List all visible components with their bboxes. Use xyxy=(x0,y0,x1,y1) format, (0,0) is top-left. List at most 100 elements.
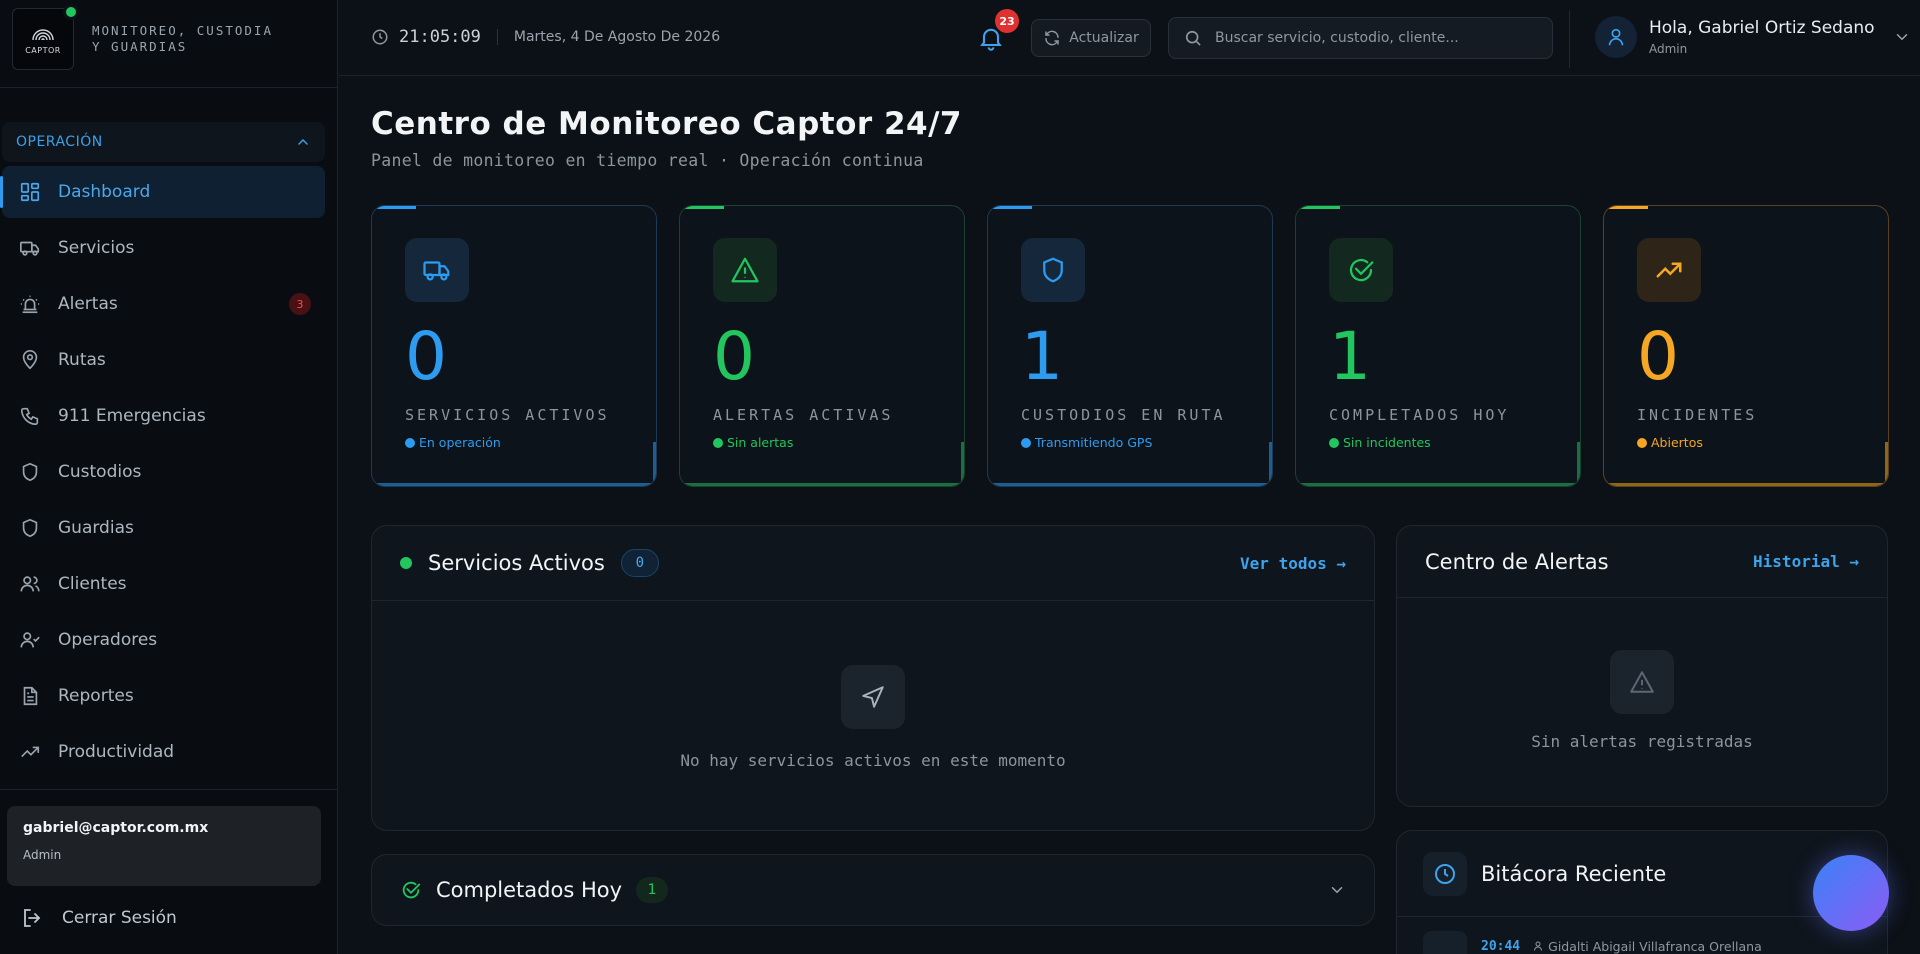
stat-status: En operación xyxy=(405,435,501,450)
live-indicator-dot xyxy=(400,557,412,569)
card-accent xyxy=(680,206,724,209)
alert-triangle-icon xyxy=(1630,671,1654,693)
dashboard-icon xyxy=(18,180,42,204)
stat-label: CUSTODIOS EN RUTA xyxy=(1021,406,1226,424)
stat-label: ALERTAS ACTIVAS xyxy=(713,406,894,424)
panel-header: Servicios Activos 0 Ver todos → xyxy=(372,526,1374,601)
user-icon xyxy=(1608,28,1624,46)
completados-hoy-panel[interactable]: Completados Hoy 1 xyxy=(371,854,1375,926)
empty-state-icon-box xyxy=(841,665,905,729)
account-role: Admin xyxy=(1649,42,1688,56)
clock-divider xyxy=(496,29,498,45)
card-accent xyxy=(680,483,964,486)
sidebar: CAPTOR MONITOREO, CUSTODIA Y GUARDIAS OP… xyxy=(0,0,338,954)
current-date: Martes, 4 De Agosto De 2026 xyxy=(513,29,721,45)
sidebar-divider xyxy=(0,87,337,88)
search-input[interactable] xyxy=(1215,30,1535,46)
card-accent xyxy=(1296,206,1340,209)
logout-button[interactable]: Cerrar Sesión xyxy=(20,906,177,930)
card-accent xyxy=(988,206,1032,209)
stat-icon-box xyxy=(1329,238,1393,302)
sidebar-item-dashboard[interactable]: Dashboard xyxy=(0,166,325,218)
sidebar-item-productividad[interactable]: Productividad xyxy=(2,726,325,778)
truck-icon xyxy=(18,236,42,260)
bitacora-entry[interactable]: 20:44 Gidalti Abigail Villafranca Orella… xyxy=(1397,917,1887,954)
historial-link[interactable]: Historial → xyxy=(1753,552,1859,571)
card-accent xyxy=(372,206,416,209)
sidebar-item-label: Guardias xyxy=(58,518,134,538)
chevron-up-icon xyxy=(298,138,308,145)
sidebar-item-label: Alertas xyxy=(58,294,118,314)
refresh-icon xyxy=(1043,29,1061,47)
stat-status: Transmitiendo GPS xyxy=(1021,435,1152,450)
ver-todos-link[interactable]: Ver todos → xyxy=(1240,554,1346,573)
sidebar-item-guardias[interactable]: Guardias xyxy=(2,502,325,554)
sidebar-item-operadores[interactable]: Operadores xyxy=(2,614,325,666)
card-accent xyxy=(1577,442,1580,486)
stat-value: 0 xyxy=(713,318,755,395)
sidebar-item-label: Servicios xyxy=(58,238,135,258)
user-role: Admin xyxy=(23,848,62,862)
stat-label: COMPLETADOS HOY xyxy=(1329,406,1510,424)
stat-card-alertas-activas[interactable]: 0 ALERTAS ACTIVAS Sin alertas xyxy=(679,205,965,487)
file-text-icon xyxy=(18,684,42,708)
empty-state: Sin alertas registradas xyxy=(1397,598,1887,751)
sidebar-item-clientes[interactable]: Clientes xyxy=(2,558,325,610)
check-circle-icon xyxy=(1349,258,1374,282)
sidebar-item-emergencias[interactable]: 911 Emergencias xyxy=(2,390,325,442)
sidebar-item-label: Operadores xyxy=(58,630,158,650)
sidebar-item-reportes[interactable]: Reportes xyxy=(2,670,325,722)
panel-title: Completados Hoy xyxy=(436,878,623,902)
stat-card-servicios-activos[interactable]: 0 SERVICIOS ACTIVOS En operación xyxy=(371,205,657,487)
panel-header: Centro de Alertas Historial → xyxy=(1397,526,1887,598)
refresh-button[interactable]: Actualizar xyxy=(1031,19,1151,57)
shield-icon xyxy=(18,460,42,484)
brand-title: MONITOREO, CUSTODIA Y GUARDIAS xyxy=(92,23,273,55)
status-dot xyxy=(1329,437,1339,448)
floating-action-button[interactable] xyxy=(1813,855,1889,931)
brand-logo[interactable]: CAPTOR xyxy=(12,3,79,70)
stat-card-completados-hoy[interactable]: 1 COMPLETADOS HOY Sin incidentes xyxy=(1295,205,1581,487)
section-toggle-operacion[interactable]: OPERACIÓN xyxy=(2,122,325,162)
card-accent xyxy=(1604,206,1648,209)
sidebar-item-label: Custodios xyxy=(58,462,142,482)
servicios-activos-panel: Servicios Activos 0 Ver todos → No hay s… xyxy=(371,525,1375,831)
trending-up-icon xyxy=(18,740,42,764)
logout-label: Cerrar Sesión xyxy=(62,908,177,928)
panel-title: Servicios Activos xyxy=(428,551,605,575)
alert-triangle-icon xyxy=(731,257,759,283)
sidebar-item-rutas[interactable]: Rutas xyxy=(2,334,325,386)
sidebar-item-custodios[interactable]: Custodios xyxy=(2,446,325,498)
sidebar-item-label: 911 Emergencias xyxy=(58,406,206,426)
account-greeting: Hola, Gabriel Ortiz Sedano xyxy=(1649,18,1875,38)
status-dot xyxy=(1021,437,1031,448)
phone-icon xyxy=(18,404,42,428)
page-subtitle: Panel de monitoreo en tiempo real · Oper… xyxy=(371,151,924,170)
sidebar-item-label: Productividad xyxy=(58,742,175,762)
stat-card-incidentes[interactable]: 0 INCIDENTES Abiertos xyxy=(1603,205,1889,487)
map-pin-icon xyxy=(18,348,42,372)
sidebar-item-label: Reportes xyxy=(58,686,134,706)
account-menu[interactable]: Hola, Gabriel Ortiz Sedano Admin xyxy=(1595,16,1911,58)
account-info: Hola, Gabriel Ortiz Sedano Admin xyxy=(1649,18,1875,56)
centro-alertas-panel: Centro de Alertas Historial → Sin alerta… xyxy=(1396,525,1888,807)
entry-icon-box xyxy=(1423,931,1467,954)
header-divider xyxy=(1569,10,1570,68)
page-title: Centro de Monitoreo Captor 24/7 xyxy=(371,106,962,142)
logo-text: CAPTOR xyxy=(25,46,61,55)
user-check-icon xyxy=(18,628,42,652)
stat-value: 1 xyxy=(1021,318,1063,395)
chevron-down-icon xyxy=(1896,34,1907,41)
sidebar-item-alertas[interactable]: Alertas 3 xyxy=(2,278,325,330)
clock-icon xyxy=(1435,863,1455,884)
sidebar-item-servicios[interactable]: Servicios xyxy=(2,222,325,274)
chevron-down-icon xyxy=(1331,887,1343,894)
stat-status-text: Sin incidentes xyxy=(1343,435,1431,450)
sidebar-item-label: Clientes xyxy=(58,574,127,594)
stat-card-custodios-en-ruta[interactable]: 1 CUSTODIOS EN RUTA Transmitiendo GPS xyxy=(987,205,1273,487)
card-accent xyxy=(1885,442,1888,486)
card-accent xyxy=(372,483,656,486)
shield-icon xyxy=(18,516,42,540)
user-card[interactable]: gabriel@captor.com.mx Admin xyxy=(7,806,321,886)
stat-status: Sin incidentes xyxy=(1329,435,1431,450)
